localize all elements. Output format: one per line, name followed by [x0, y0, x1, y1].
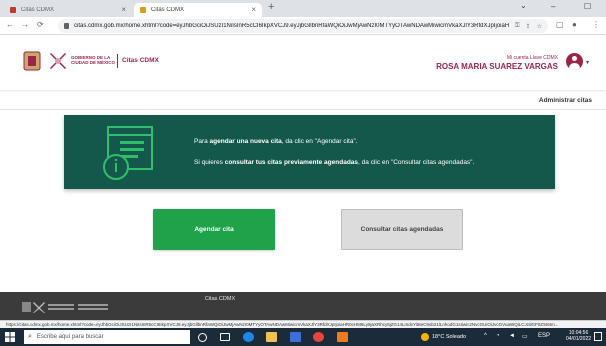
tray-chevron-icon[interactable]: ^: [484, 333, 487, 339]
star-icon[interactable]: ☆: [537, 23, 542, 30]
task-view-icon[interactable]: [220, 333, 230, 341]
browser-tab-2[interactable]: Citas CDMX ×: [134, 3, 262, 17]
menu-icon[interactable]: ⋮: [592, 21, 600, 29]
search-icon: ⌕: [28, 333, 32, 340]
appointment-form-icon: [103, 126, 153, 180]
browser-tab-1[interactable]: Citas CDMX ×: [4, 3, 132, 17]
key-icon[interactable]: ⚿: [515, 23, 520, 30]
notification-icon[interactable]: [594, 332, 602, 341]
sun-icon[interactable]: [421, 333, 429, 341]
network-icon[interactable]: ◔: [496, 333, 500, 339]
consult-instruction: Si quieres consultar tus citas previamen…: [194, 159, 475, 166]
app-icon[interactable]: [337, 332, 348, 342]
footer-title: Citas CDMX: [204, 296, 236, 302]
windows-start-icon[interactable]: [5, 332, 15, 342]
status-bar-url: https://citas.cdmx.gob.mx/home.xhtml?cod…: [0, 320, 606, 328]
windows-taskbar: ⌕ Escribe aquí para buscar 18°C Soleado …: [0, 328, 606, 346]
system-clock[interactable]: 10:04:56 04/01/2022: [566, 330, 591, 342]
logo-divider: [117, 54, 118, 68]
tab-search-icon[interactable]: ⌄: [520, 1, 527, 10]
store-icon[interactable]: [290, 332, 301, 342]
browser-toolbar: ← → ⟳ citas.cdmx.gob.mx/home.xhtml?code=…: [0, 17, 606, 35]
info-panel: Para agendar una nueva cita, da clic en …: [64, 115, 555, 189]
battery-icon[interactable]: ▭: [522, 333, 528, 340]
address-bar[interactable]: citas.cdmx.gob.mx/home.xhtml?code=eyJhbG…: [58, 19, 548, 33]
language-indicator[interactable]: ESP: [538, 333, 550, 339]
brand-name[interactable]: Citas CDMX: [122, 57, 159, 64]
profile-icon[interactable]: ●: [572, 21, 577, 29]
weather-text[interactable]: 18°C Soleado: [432, 334, 466, 340]
tab-title: Citas CDMX: [151, 7, 185, 13]
share-icon[interactable]: ⇪: [526, 23, 531, 30]
forward-icon[interactable]: →: [21, 21, 29, 29]
maximize-icon[interactable]: ☐: [584, 2, 591, 11]
new-tab-icon[interactable]: +: [268, 2, 274, 13]
chrome-icon[interactable]: [313, 332, 324, 342]
url-text: citas.cdmx.gob.mx/home.xhtml?code=eyJhbG…: [74, 23, 509, 29]
schedule-instruction: Para agendar una nueva cita, da clic en …: [194, 138, 358, 145]
view-appointments-button[interactable]: Consultar citas agendadas: [341, 209, 463, 250]
reload-icon[interactable]: ⟳: [37, 21, 44, 29]
footer-logo-icon: [22, 302, 108, 313]
admin-bar: Administrar citas: [0, 92, 606, 110]
search-placeholder: Escribe aquí para buscar: [36, 334, 104, 340]
volume-icon[interactable]: ◄: [509, 333, 515, 339]
lock-icon: [64, 23, 69, 29]
government-logo-text: GOBIERNO DE LA CIUDAD DE MÉXICO: [71, 55, 116, 65]
minimize-icon[interactable]: –: [551, 2, 555, 11]
site-header: GOBIERNO DE LA CIUDAD DE MÉXICO Citas CD…: [0, 36, 606, 90]
file-explorer-icon[interactable]: [266, 332, 277, 342]
site-favicon-icon: [10, 7, 16, 13]
extensions-icon[interactable]: ▢: [556, 21, 564, 29]
edge-icon[interactable]: [243, 332, 254, 342]
tab-title: Citas CDMX: [21, 7, 55, 13]
account-link[interactable]: Mi cuenta Llave CDMX: [507, 55, 558, 61]
back-icon[interactable]: ←: [6, 21, 14, 29]
tab-close-icon[interactable]: ×: [121, 6, 126, 14]
avatar-icon[interactable]: [566, 53, 583, 70]
site-footer: Citas CDMX: [0, 292, 606, 320]
schedule-appointment-button[interactable]: Agendar cita: [153, 209, 275, 250]
cdmx-logo-icon: [50, 53, 66, 69]
site-favicon-icon: [140, 7, 146, 13]
chevron-down-icon[interactable]: ▾: [586, 59, 589, 66]
browser-tab-bar: Citas CDMX × Citas CDMX × + ⌄ – ☐: [0, 0, 606, 17]
cdmx-shield-icon: [23, 51, 41, 71]
taskbar-search-input[interactable]: ⌕ Escribe aquí para buscar: [24, 330, 190, 344]
manage-appointments-link[interactable]: Administrar citas: [539, 97, 592, 104]
tab-close-icon[interactable]: ×: [251, 6, 256, 14]
user-name: ROSA MARIA SUAREZ VARGAS: [436, 62, 558, 71]
cortana-icon[interactable]: [198, 333, 207, 342]
